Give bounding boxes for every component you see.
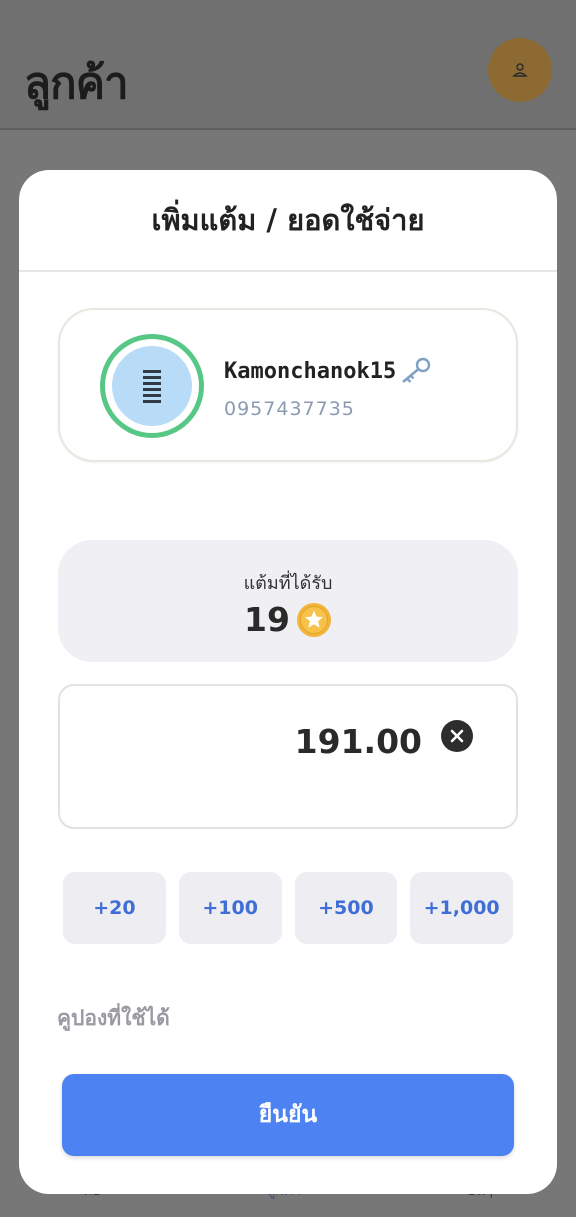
close-icon — [450, 729, 464, 743]
star-coin-icon — [296, 602, 332, 638]
points-earned-card: แต้มที่ได้รับ 19 — [58, 540, 518, 662]
person-icon — [512, 63, 528, 77]
customer-card: Kamonchanok15 0957437735 — [58, 308, 518, 462]
quick-add-1000-button[interactable]: +1,000 — [410, 872, 513, 944]
quick-add-500-button[interactable]: +500 — [294, 872, 398, 944]
amount-input[interactable]: 191.00 — [58, 684, 518, 829]
user-profile-button[interactable] — [488, 38, 552, 102]
amount-value: 191.00 — [294, 722, 422, 761]
customer-phone: 0957437735 — [224, 398, 355, 420]
key-icon — [398, 356, 432, 386]
page-title: ลูกค้า — [24, 58, 129, 109]
customer-avatar — [100, 334, 204, 438]
quick-add-100-button[interactable]: +100 — [178, 872, 282, 944]
striped-avatar-icon — [143, 370, 161, 403]
points-label: แต้มที่ได้รับ — [243, 573, 333, 594]
quick-add-buttons: +20 +100 +500 +1,000 — [63, 872, 513, 944]
add-points-modal: เพิ่มแต้ม / ยอดใช้จ่าย Kamonchanok15 095… — [19, 170, 557, 1194]
customer-name: Kamonchanok15 — [224, 358, 397, 384]
modal-title: เพิ่มแต้ม / ยอดใช้จ่าย — [19, 170, 557, 272]
available-coupons-label: คูปองที่ใช้ได้ — [57, 1006, 170, 1030]
clear-amount-button[interactable] — [441, 720, 473, 752]
app-header: ลูกค้า — [0, 0, 576, 130]
customer-name-row: Kamonchanok15 — [224, 356, 432, 386]
points-value: 19 — [244, 600, 290, 639]
quick-add-20-button[interactable]: +20 — [63, 872, 166, 944]
confirm-button[interactable]: ยืนยัน — [62, 1074, 514, 1156]
